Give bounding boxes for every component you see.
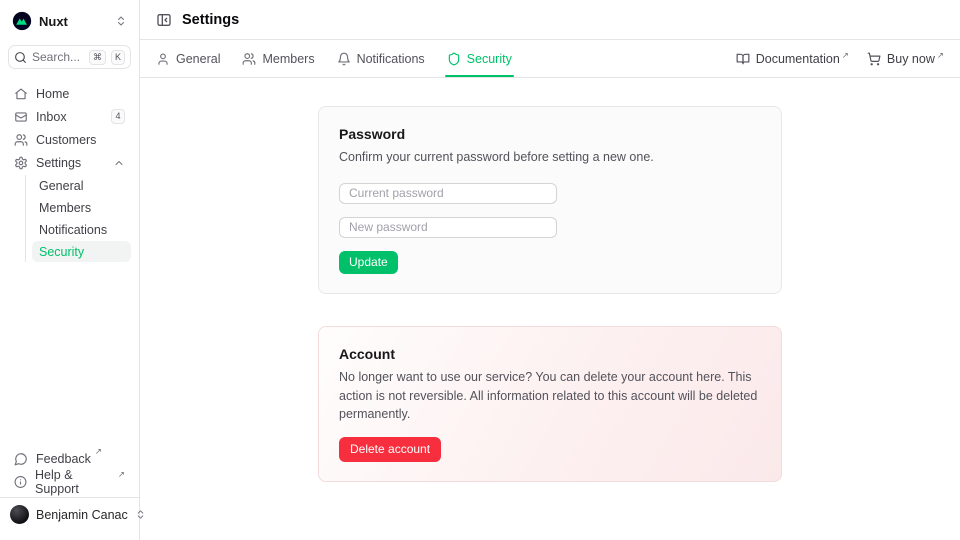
- password-card-description: Confirm your current password before set…: [339, 148, 761, 167]
- page-header: Settings: [140, 0, 960, 40]
- info-circle-icon: [14, 475, 27, 489]
- sidebar-item-notifications[interactable]: Notifications: [32, 219, 131, 240]
- account-card-title: Account: [339, 346, 761, 362]
- sidebar-item-label: General: [39, 179, 83, 193]
- delete-account-button[interactable]: Delete account: [339, 437, 441, 462]
- shopping-cart-icon: [867, 52, 881, 66]
- external-link-icon: ↗: [118, 469, 125, 480]
- help-support-label: Help & Support: [35, 468, 114, 496]
- page-title: Settings: [182, 12, 239, 28]
- tab-members[interactable]: Members: [242, 40, 314, 77]
- sidebar-item-home[interactable]: Home: [8, 83, 131, 104]
- documentation-link[interactable]: Documentation ↗: [736, 52, 849, 66]
- sidebar-item-label: Settings: [36, 156, 81, 170]
- workspace-switcher[interactable]: Nuxt: [8, 8, 131, 34]
- user-name: Benjamin Canac: [36, 508, 128, 522]
- sidebar-item-label: Inbox: [36, 110, 67, 124]
- sidebar-item-label: Customers: [36, 133, 96, 147]
- buy-now-label: Buy now: [887, 52, 935, 66]
- tab-label: Notifications: [357, 52, 425, 66]
- main-area: Settings General Members Notifications S…: [140, 0, 960, 540]
- search-placeholder: Search...: [32, 50, 84, 64]
- bell-icon: [337, 52, 351, 66]
- sidebar-item-inbox[interactable]: Inbox 4: [8, 106, 131, 127]
- chevron-up-icon: [113, 157, 125, 169]
- new-password-field[interactable]: [339, 217, 557, 238]
- inbox-icon: [14, 110, 28, 124]
- book-open-icon: [736, 52, 750, 66]
- kbd-k: K: [111, 50, 125, 65]
- external-link-icon: ↗: [937, 50, 944, 61]
- sidebar-nav: Home Inbox 4 Customers Settings General …: [8, 83, 131, 262]
- external-link-icon: ↗: [842, 50, 849, 61]
- password-card: Password Confirm your current password b…: [318, 106, 782, 294]
- sidebar-item-customers[interactable]: Customers: [8, 129, 131, 150]
- current-password-field[interactable]: [339, 183, 557, 204]
- buy-now-link[interactable]: Buy now ↗: [867, 52, 944, 66]
- sidebar: Nuxt Search... ⌘ K Home Inbox 4 Customer…: [0, 0, 140, 540]
- tab-general[interactable]: General: [156, 40, 220, 77]
- help-support-link[interactable]: Help & Support ↗: [8, 471, 131, 492]
- sidebar-item-security[interactable]: Security: [32, 241, 131, 262]
- workspace-name: Nuxt: [39, 14, 108, 29]
- collapse-sidebar-button[interactable]: [156, 12, 172, 28]
- tab-label: Members: [262, 52, 314, 66]
- avatar: [10, 505, 29, 524]
- inbox-badge: 4: [111, 109, 125, 124]
- sidebar-item-general[interactable]: General: [32, 175, 131, 196]
- settings-subnav: General Members Notifications Security: [25, 175, 131, 262]
- user-icon: [156, 52, 170, 66]
- search-input[interactable]: Search... ⌘ K: [8, 45, 131, 69]
- tab-notifications[interactable]: Notifications: [337, 40, 425, 77]
- sidebar-item-label: Security: [39, 245, 84, 259]
- account-card: Account No longer want to use our servic…: [318, 326, 782, 482]
- shield-icon: [447, 52, 461, 66]
- feedback-label: Feedback: [36, 452, 91, 466]
- documentation-label: Documentation: [756, 52, 840, 66]
- external-link-icon: ↗: [95, 446, 102, 457]
- message-bubble-icon: [14, 452, 28, 466]
- user-menu[interactable]: Benjamin Canac: [0, 497, 139, 532]
- users-icon: [242, 52, 256, 66]
- panel-left-close-icon: [156, 12, 172, 28]
- tab-security[interactable]: Security: [447, 40, 512, 77]
- kbd-meta: ⌘: [89, 50, 106, 65]
- sidebar-item-label: Notifications: [39, 223, 107, 237]
- nuxt-logo-icon: [12, 11, 32, 31]
- gear-icon: [14, 156, 28, 170]
- update-password-button[interactable]: Update: [339, 251, 398, 274]
- tab-label: General: [176, 52, 220, 66]
- sidebar-item-label: Members: [39, 201, 91, 215]
- password-card-title: Password: [339, 126, 761, 142]
- chevrons-up-down-icon: [115, 15, 127, 27]
- sidebar-item-settings[interactable]: Settings: [8, 152, 131, 173]
- sidebar-footer: Feedback ↗ Help & Support ↗: [8, 448, 131, 492]
- sidebar-spacer: [8, 262, 131, 448]
- tab-label: Security: [467, 52, 512, 66]
- search-icon: [14, 51, 27, 64]
- settings-tabbar: General Members Notifications Security D…: [140, 40, 960, 78]
- settings-security-panel: Password Confirm your current password b…: [140, 78, 960, 540]
- home-icon: [14, 87, 28, 101]
- feedback-link[interactable]: Feedback ↗: [8, 448, 131, 469]
- sidebar-item-label: Home: [36, 87, 69, 101]
- sidebar-item-members[interactable]: Members: [32, 197, 131, 218]
- tabbar-actions: Documentation ↗ Buy now ↗: [736, 52, 944, 66]
- users-icon: [14, 133, 28, 147]
- account-card-description: No longer want to use our service? You c…: [339, 368, 761, 424]
